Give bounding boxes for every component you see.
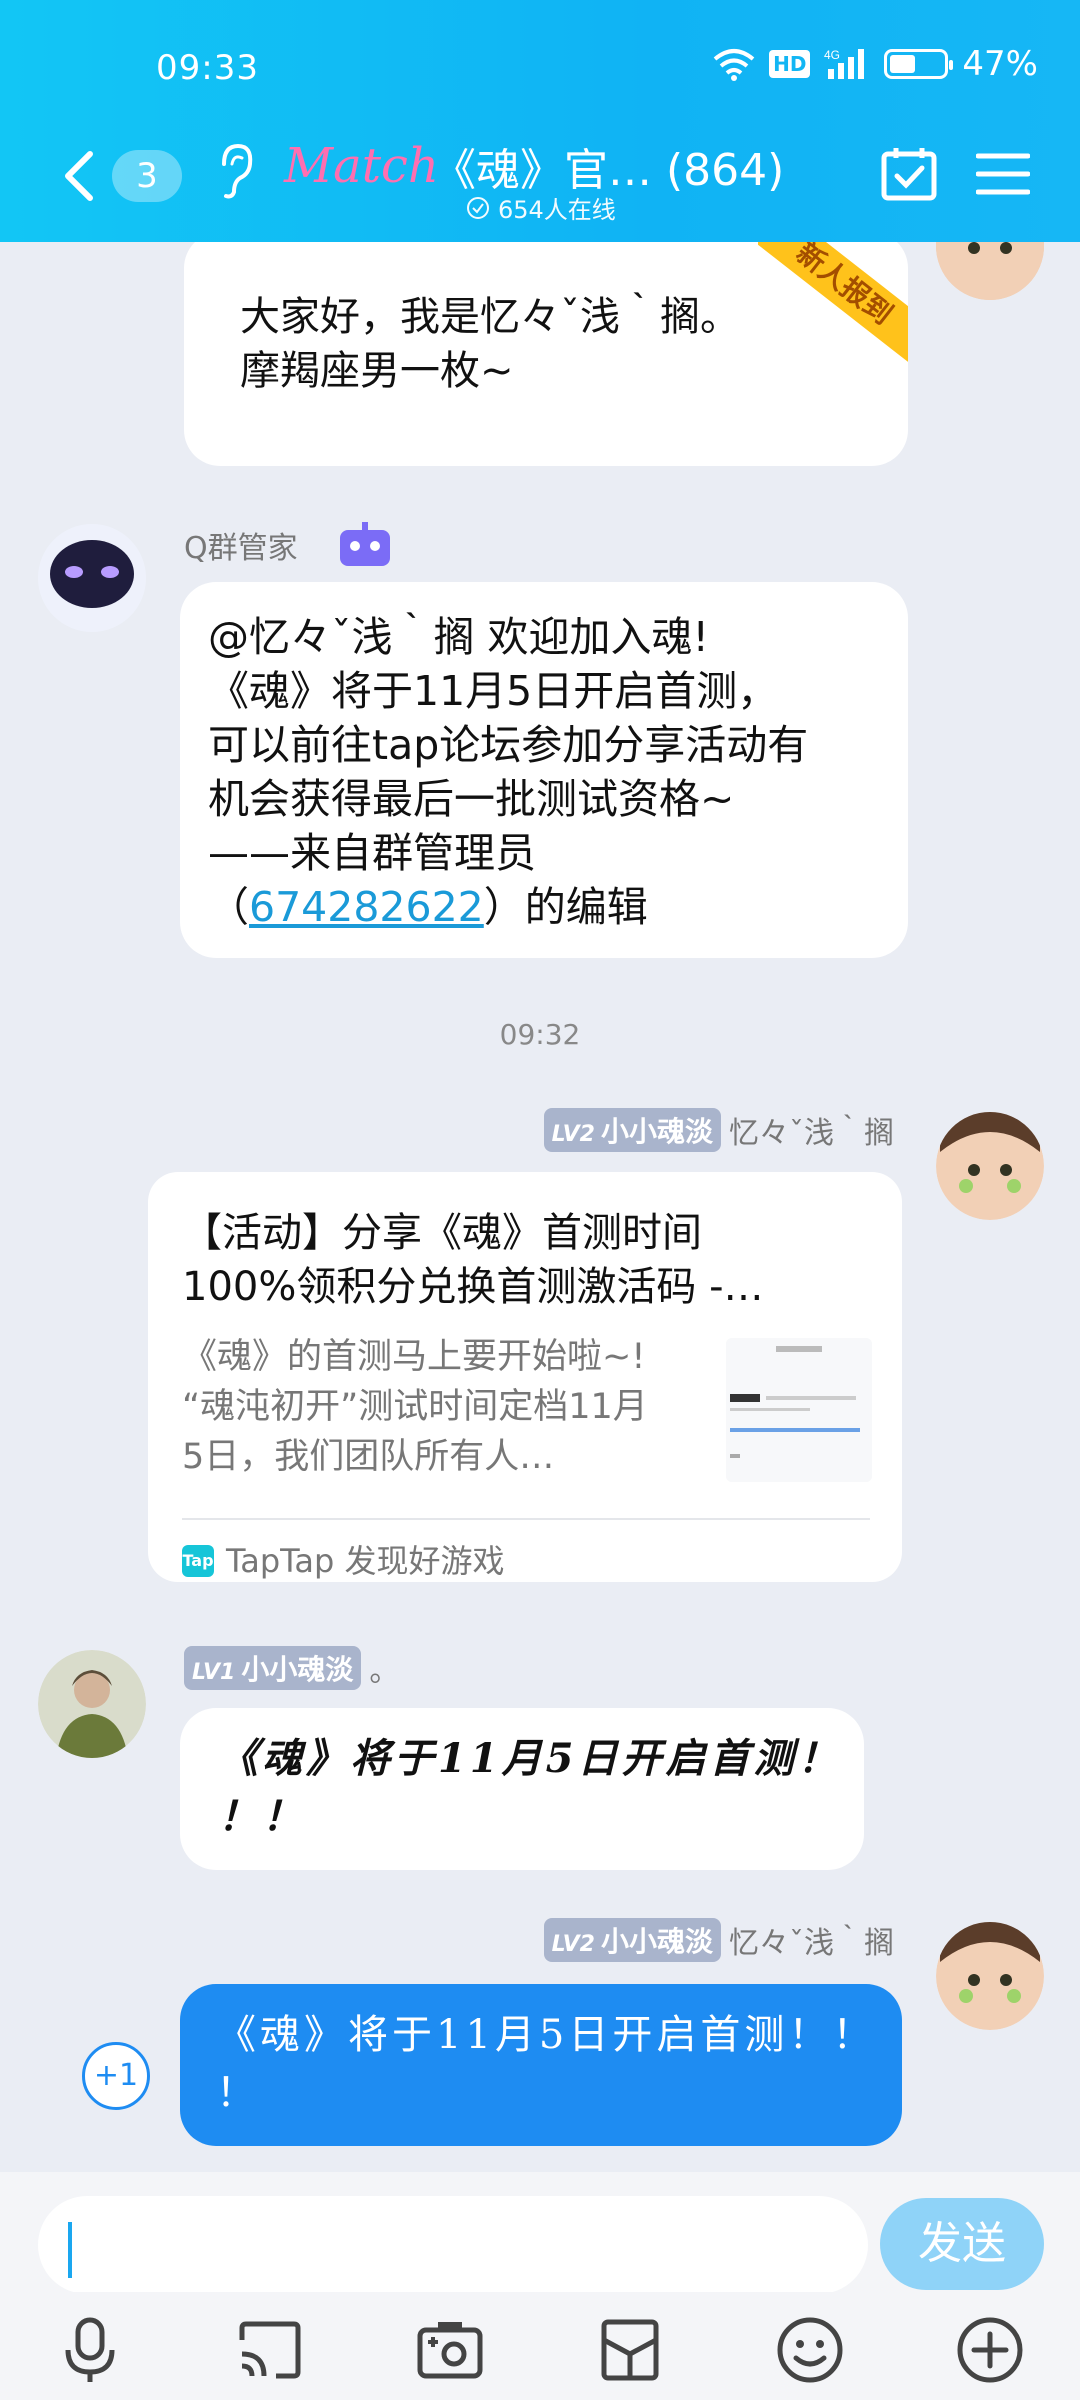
match-logo: Match [284,138,439,194]
mine-line1: 《魂》将于11月5日开启首测！！ [216,2012,877,2058]
other-avatar[interactable] [38,1650,146,1758]
bot-line3: 可以前往tap论坛参加分享活动有 [208,721,809,769]
other-sender: LV1 小小魂淡 。 [184,1646,399,1690]
status-indicators: HD 4G 47% [713,44,1038,84]
timestamp: 09:32 [499,1018,581,1051]
avatar-self[interactable] [936,242,1044,300]
plus-one-button[interactable]: +1 [82,2042,150,2110]
bot-line2: 《魂》将于11月5日开启首测， [208,667,779,715]
share-card-source: Tap TapTap 发现好游戏 [182,1518,870,1588]
avatar-self-3[interactable] [936,1922,1044,2030]
bot-avatar[interactable] [38,524,146,632]
bot-line6: （674282622）的编辑 [208,883,648,931]
other-line2: ！！ [218,1793,306,1840]
share-card-thumbnail [726,1338,872,1482]
battery-icon [884,49,954,79]
back-arrow-icon[interactable] [52,146,112,206]
other-message-bubble[interactable]: 《魂》将于11月5日开启首测！ ！！ [180,1708,864,1870]
mine-sender: LV2 小小魂淡 忆々ˇ浅｀搁 [543,1918,894,1962]
intro-message-bubble[interactable]: 大家好，我是忆々ˇ浅｀搁。 摩羯座男一枚~ 新人报到 [184,242,908,466]
taptap-icon: Tap [182,1545,214,1577]
signal-icon: 4G [824,48,865,79]
microphone-icon[interactable] [54,2314,126,2386]
chat-message-list[interactable]: 大家好，我是忆々ˇ浅｀搁。 摩羯座男一枚~ 新人报到 Q群管家 @忆々ˇ浅｀搁 … [0,242,1080,2172]
input-toolbar [0,2292,1080,2400]
ear-icon[interactable] [216,142,256,202]
camera-icon[interactable] [414,2314,486,2386]
level-badge: LV2 小小魂淡 [543,1918,721,1962]
bot-message-bubble[interactable]: @忆々ˇ浅｀搁 欢迎加入魂! 《魂》将于11月5日开启首测， 可以前往tap论坛… [180,582,908,958]
robot-avatar-icon [38,524,146,632]
intro-text-line2: 摩羯座男一枚~ [240,348,514,394]
robot-badge-icon [339,522,390,566]
intro-text-line1: 大家好，我是忆々ˇ浅｀搁。 [240,294,740,340]
plus-circle-icon[interactable] [954,2314,1026,2386]
calendar-check-icon[interactable] [880,144,938,202]
menu-icon[interactable] [976,152,1030,196]
newbie-badge: 新人报到 [758,242,908,382]
gift-box-icon[interactable] [594,2314,666,2386]
emoji-icon[interactable] [774,2314,846,2386]
my-message-bubble[interactable]: 《魂》将于11月5日开启首测！！ ！ [180,1984,902,2146]
bot-line5: ——来自群管理员 [208,829,536,877]
child-face-avatar-icon [936,242,1044,300]
hd-badge: HD [769,50,811,78]
input-bar: 发送 [0,2172,1080,2294]
bot-sender-name: Q群管家 [184,522,394,568]
group-title[interactable]: 《魂》官… (864) [432,134,784,198]
battery-percent: 47% [962,44,1038,84]
other-line1: 《魂》将于11月5日开启首测！ [218,1735,842,1782]
mine-line2: ！ [216,2070,260,2116]
online-icon [467,196,489,219]
level-badge: LV2 小小魂淡 [543,1108,721,1152]
cast-icon[interactable] [234,2314,306,2386]
admin-qq-link[interactable]: 674282622 [249,883,484,931]
unread-count-badge[interactable]: 3 [112,150,182,202]
share-card-description: 《魂》的首测马上要开始啦~! “魂沌初开”测试时间定档11月 5日，我们团队所有… [182,1337,648,1477]
status-time: 09:33 [156,48,259,88]
bot-line4: 机会获得最后一批测试资格~ [208,775,735,823]
person-avatar-icon [38,1650,146,1758]
wifi-icon [713,49,755,81]
message-input[interactable] [38,2196,868,2294]
share-card[interactable]: 【活动】分享《魂》首测时间 100%领积分兑换首测激活码 -… 《魂》的首测马上… [148,1172,902,1582]
svg-text:4G: 4G [824,48,840,62]
share-card-title: 【活动】分享《魂》首测时间 100%领积分兑换首测激活码 -… [182,1210,764,1310]
online-count: 654人在线 [466,190,616,225]
child-face-avatar-icon [936,1112,1044,1220]
share-sender: LV2 小小魂淡 忆々ˇ浅｀搁 [543,1108,894,1152]
level-badge: LV1 小小魂淡 [184,1646,362,1690]
send-button[interactable]: 发送 [880,2198,1044,2290]
nav-bar: 3 Match 《魂》官… (864) 654人在线 [0,130,1080,230]
child-face-avatar-icon [936,1922,1044,2030]
text-cursor [68,2222,72,2278]
bot-line1: @忆々ˇ浅｀搁 欢迎加入魂! [208,613,709,661]
online-text: 654人在线 [498,196,616,224]
avatar-self-2[interactable] [936,1112,1044,1220]
chat-header: 09:33 HD 4G 47% 3 Match 《魂》官… (864) 654人… [0,0,1080,242]
